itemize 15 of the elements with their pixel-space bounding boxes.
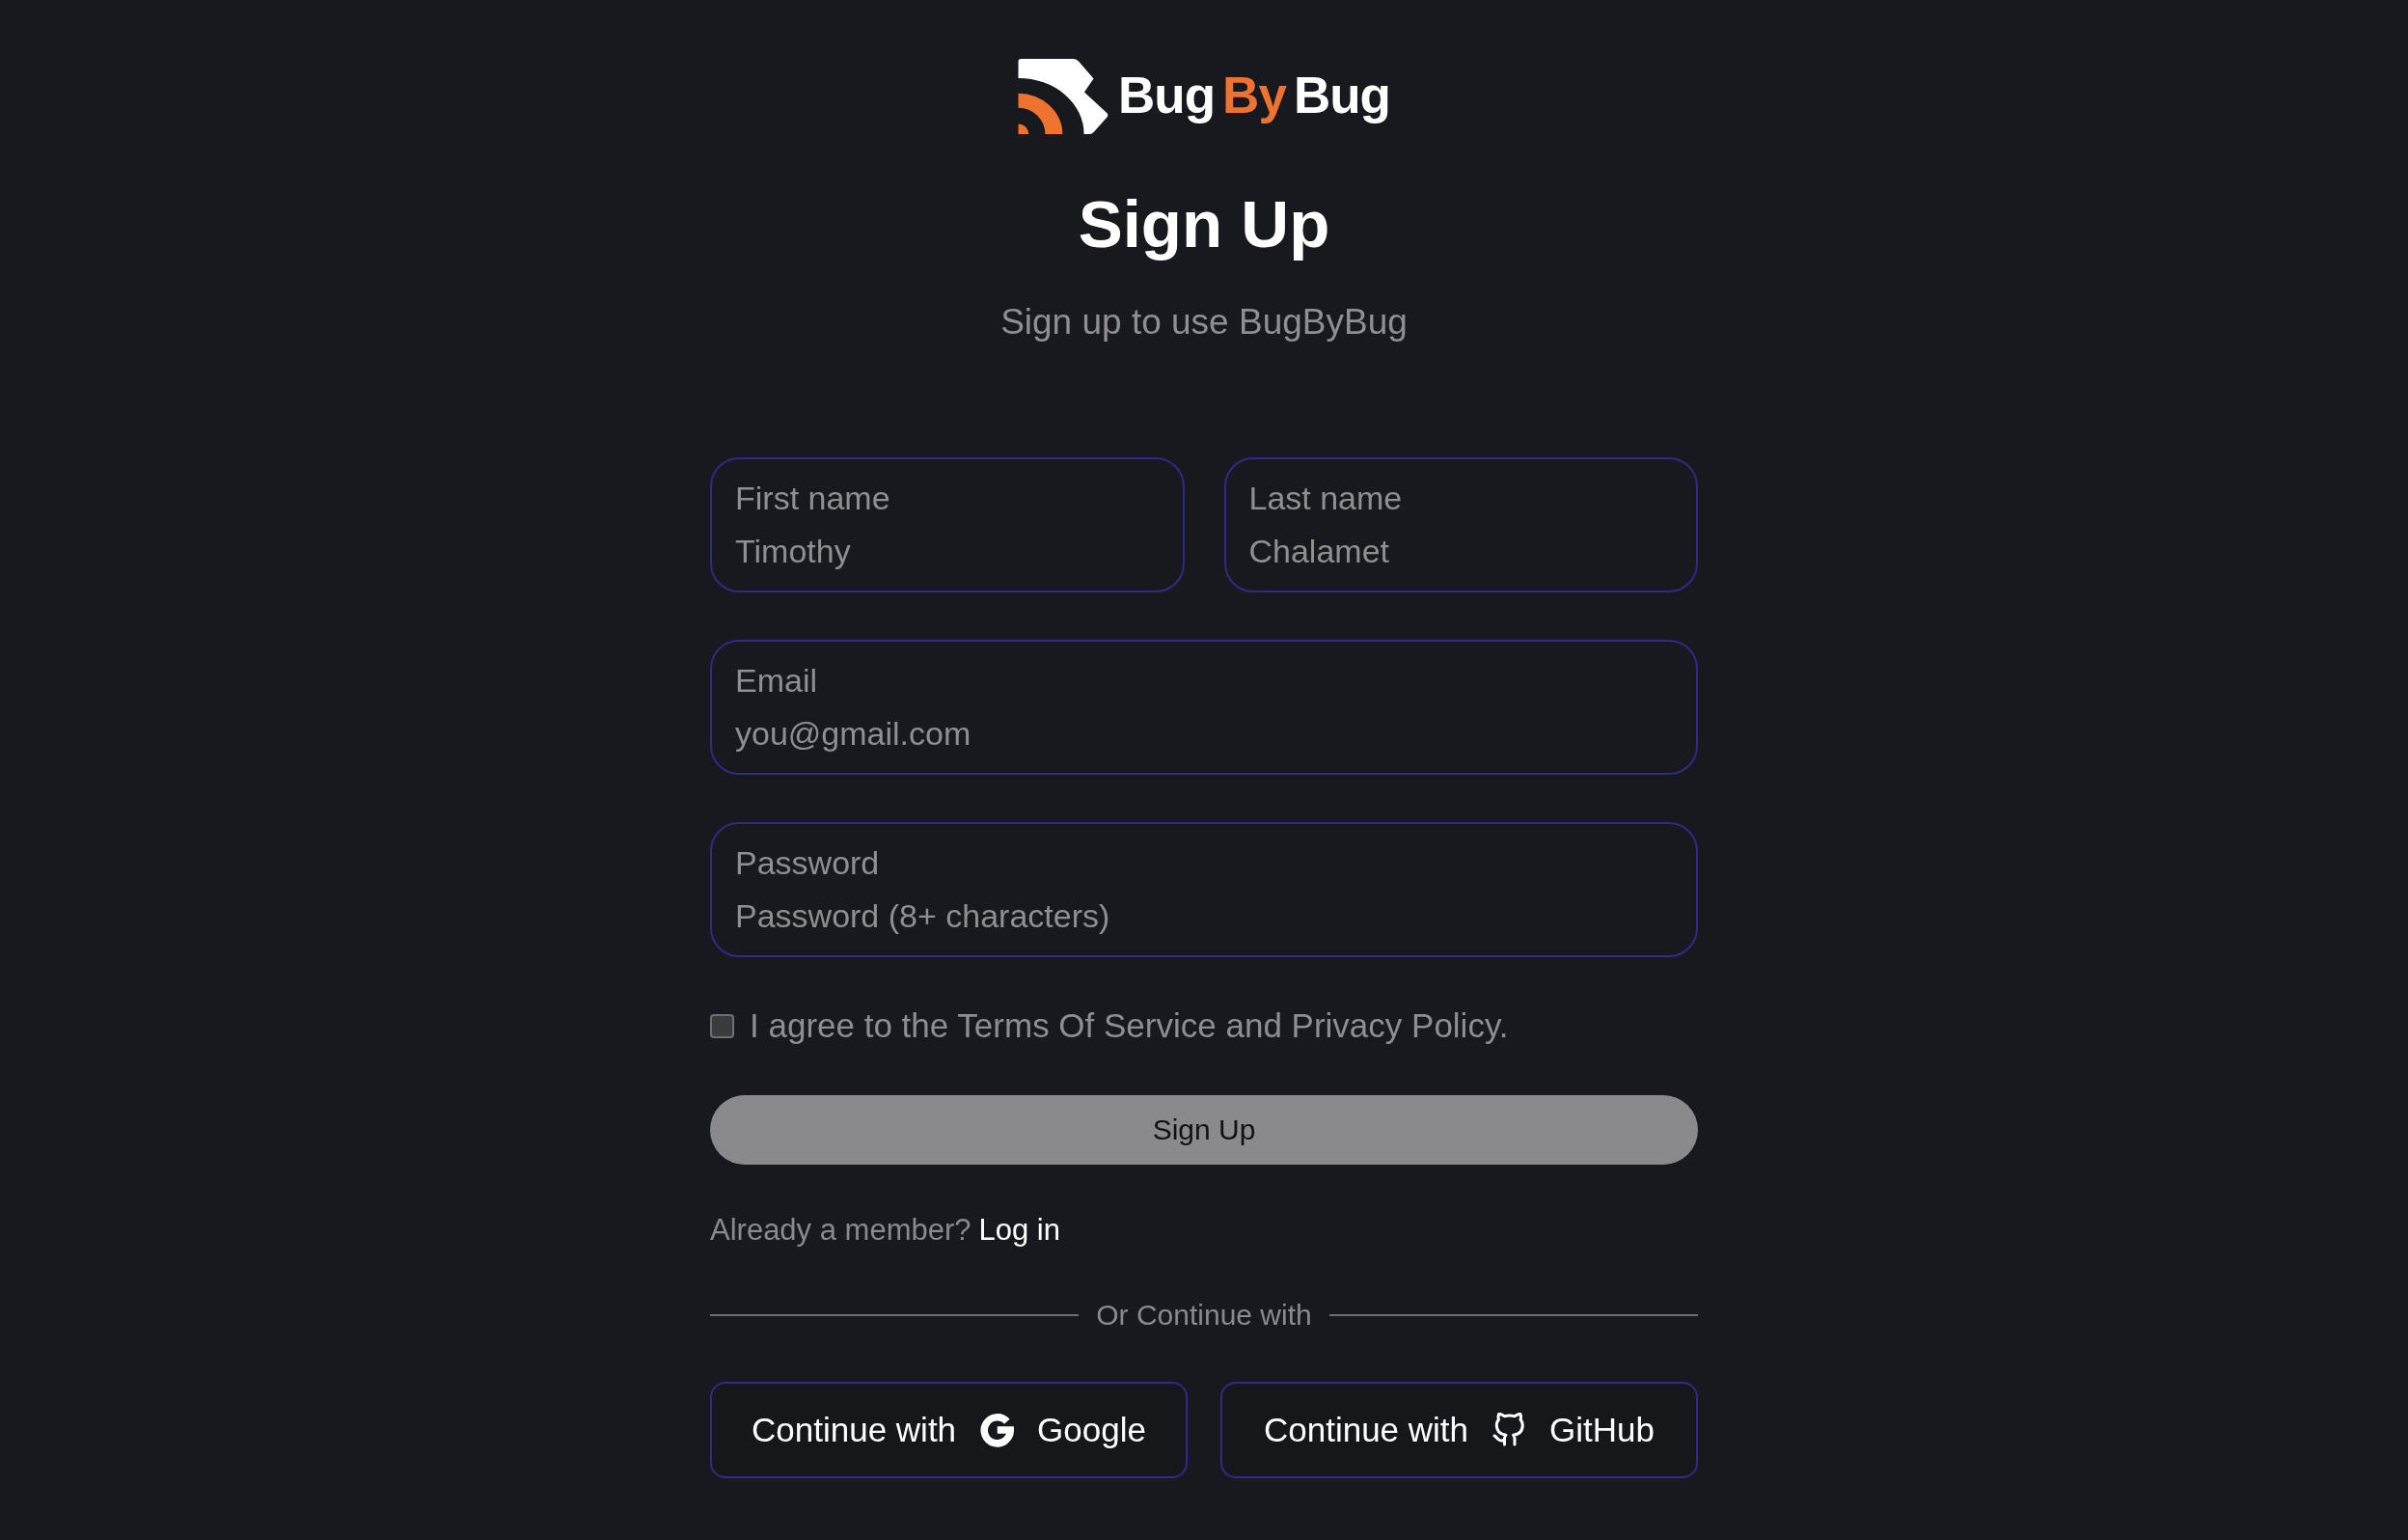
terms-checkbox[interactable]: [710, 1013, 734, 1038]
field-label: Last name: [1248, 481, 1403, 515]
github-button[interactable]: Continue with GitHub: [1220, 1382, 1698, 1478]
field-label: First name: [735, 481, 890, 515]
divider-label: Or Continue with: [1096, 1301, 1312, 1330]
login-prompt: Already a member?: [710, 1215, 971, 1245]
field-label: Password: [735, 845, 880, 880]
page-subtitle: Sign up to use BugByBug: [1000, 304, 1408, 340]
login-link[interactable]: Log in: [978, 1215, 1060, 1245]
terms-text: I agree to the Terms Of Service and Privacy Policy.: [750, 1008, 1509, 1043]
github-icon: [1491, 1413, 1527, 1447]
google-icon: [979, 1413, 1015, 1447]
field-label: Email: [735, 663, 818, 698]
google-button[interactable]: Continue with Google: [710, 1382, 1188, 1478]
logo-icon: [1018, 59, 1109, 134]
